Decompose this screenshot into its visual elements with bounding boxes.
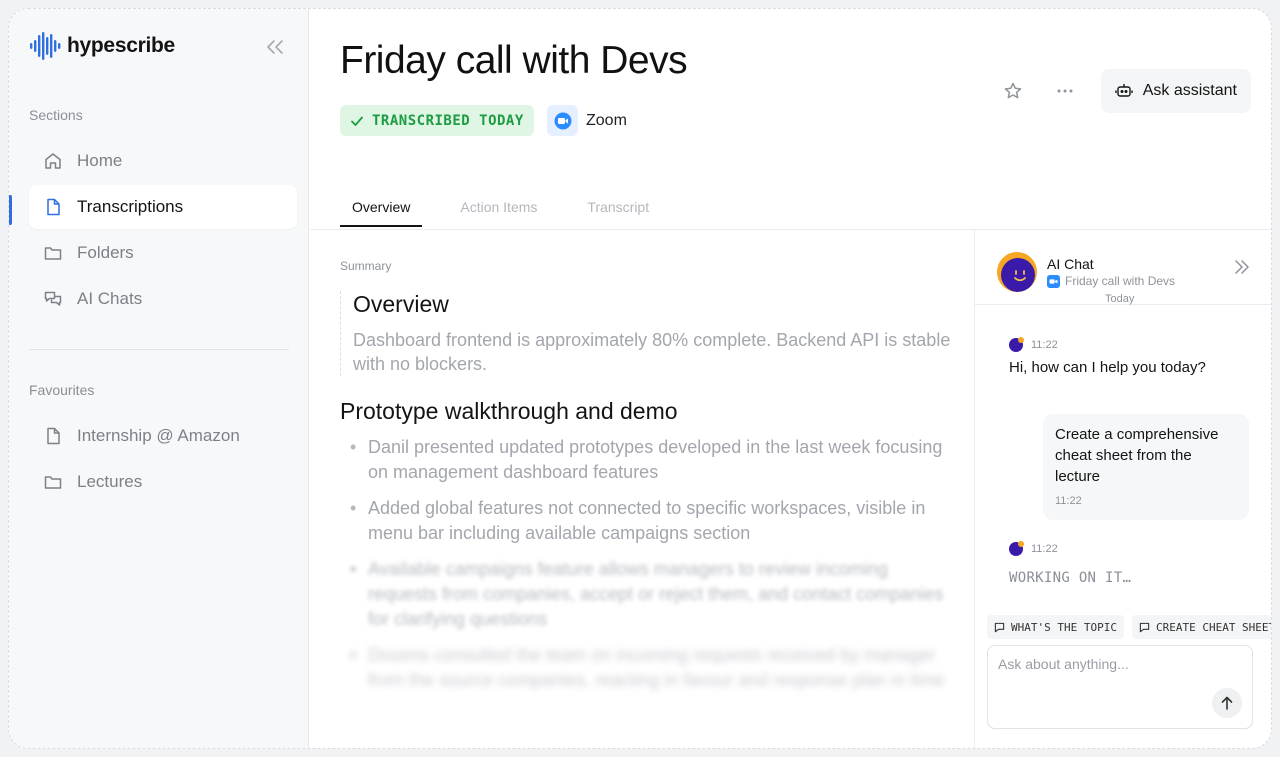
arrow-up-icon <box>1221 696 1233 710</box>
assistant-avatar <box>997 252 1037 292</box>
suggestion-chip-topic[interactable]: WHAT'S THE TOPIC <box>987 615 1124 639</box>
ask-assistant-button[interactable]: Ask assistant <box>1100 69 1251 113</box>
suggestion-chip-label: CREATE CHEAT SHEET <box>1155 620 1272 634</box>
sidebar-item-ai-chats[interactable]: AI Chats <box>29 277 297 321</box>
tab-bar: Overview Action Items Transcript <box>340 199 661 227</box>
check-icon <box>351 116 363 126</box>
smile-icon <box>1014 270 1026 282</box>
chevrons-left-icon <box>267 40 283 54</box>
header-actions: Ask assistant <box>997 69 1251 113</box>
collapse-chat-button[interactable] <box>1234 260 1250 279</box>
sidebar-item-label: AI Chats <box>77 289 143 308</box>
zoom-icon <box>1047 274 1060 288</box>
user-message: Create a comprehensive cheat sheet from … <box>1043 414 1249 520</box>
folder-icon <box>44 247 62 260</box>
message-time: 11:22 <box>1031 543 1058 555</box>
source-label: Zoom <box>586 111 627 129</box>
list-item: Danil presented updated prototypes devel… <box>340 435 960 485</box>
summary-bullets: Danil presented updated prototypes devel… <box>340 435 960 693</box>
favourite-item-internship[interactable]: Internship @ Amazon <box>29 414 297 458</box>
suggestion-chip-cheat-sheet[interactable]: CREATE CHEAT SHEET <box>1131 615 1272 639</box>
sidebar-item-label: Home <box>77 151 123 170</box>
sidebar-divider <box>29 349 289 350</box>
main-panel: Friday call with Devs TRANSCRIBED TODAY … <box>310 9 1272 748</box>
more-horizontal-icon <box>1057 89 1073 93</box>
message-icon <box>994 622 1005 632</box>
user-message-text: Create a comprehensive cheat sheet from … <box>1055 426 1219 485</box>
send-button[interactable] <box>1212 688 1242 718</box>
page-title: Friday call with Devs <box>340 39 688 82</box>
source-tag: Zoom <box>547 105 627 136</box>
suggestion-chip-label: WHAT'S THE TOPIC <box>1011 620 1117 634</box>
list-item: Added global features not connected to s… <box>340 496 960 546</box>
message-meta: 11:22 <box>1009 337 1058 352</box>
app-window: hypescribe Sections Home Transcriptions … <box>8 8 1272 749</box>
bot-icon <box>1115 84 1133 97</box>
overview-heading: Overview <box>353 291 449 317</box>
document-icon <box>47 427 60 445</box>
collapse-sidebar-button[interactable] <box>265 39 285 60</box>
message-time: 11:22 <box>1055 495 1082 507</box>
section-heading: Prototype walkthrough and demo <box>340 398 678 424</box>
bot-status-message: WORKING ON IT… <box>1009 570 1132 586</box>
message-icon <box>1139 622 1150 632</box>
star-icon <box>1004 82 1021 99</box>
sections-label: Sections <box>29 107 83 123</box>
sidebar-item-label: Folders <box>77 243 134 262</box>
active-indicator <box>9 195 12 225</box>
chat-date: Today <box>1105 293 1135 305</box>
ask-assistant-label: Ask assistant <box>1142 82 1237 99</box>
chat-title: AI Chat <box>1047 256 1094 272</box>
summary-content: Summary Overview Dashboard frontend is a… <box>340 259 960 704</box>
summary-label: Summary <box>340 259 392 273</box>
brand-name: hypescribe <box>67 34 175 57</box>
logo[interactable]: hypescribe <box>29 31 175 61</box>
list-item: Dozens consulted the team on incoming re… <box>340 643 960 693</box>
overview-block: Overview Dashboard frontend is approxima… <box>340 291 960 376</box>
suggestion-chips: WHAT'S THE TOPIC CREATE CHEAT SHEET <box>987 615 1272 639</box>
ai-chat-panel: AI Chat Friday call with Devs Today 11:2… <box>974 230 1272 748</box>
chevrons-right-icon <box>1235 260 1249 274</box>
bot-message: Hi, how can I help you today? <box>1009 359 1206 376</box>
sidebar-item-label: Lectures <box>77 472 143 491</box>
favourites-label: Favourites <box>29 382 95 398</box>
sidebar: hypescribe Sections Home Transcriptions … <box>9 9 309 748</box>
favourite-item-lectures[interactable]: Lectures <box>29 460 297 504</box>
list-item: Available campaigns feature allows manag… <box>340 557 960 632</box>
message-meta: 11:22 <box>1009 541 1058 556</box>
sidebar-item-label: Transcriptions <box>77 197 184 216</box>
tab-transcript[interactable]: Transcript <box>575 199 661 227</box>
assistant-mini-avatar <box>1009 337 1024 352</box>
sidebar-item-folders[interactable]: Folders <box>29 231 297 275</box>
chat-header: AI Chat Friday call with Devs Today <box>975 230 1271 305</box>
favourite-button[interactable] <box>997 75 1029 107</box>
chat-input[interactable] <box>998 656 1238 672</box>
overview-text: Dashboard frontend is approximately 80% … <box>353 330 951 374</box>
chat-icon <box>44 291 62 306</box>
chat-subtitle-text: Friday call with Devs <box>1065 274 1176 288</box>
sidebar-item-label: Internship @ Amazon <box>77 426 240 445</box>
message-time: 11:22 <box>1031 339 1058 351</box>
more-options-button[interactable] <box>1049 75 1081 107</box>
home-icon <box>45 153 61 169</box>
status-badge: TRANSCRIBED TODAY <box>340 105 534 136</box>
sidebar-item-transcriptions[interactable]: Transcriptions <box>29 185 297 229</box>
chat-subtitle: Friday call with Devs <box>1047 274 1175 288</box>
tab-action-items[interactable]: Action Items <box>448 199 549 227</box>
chat-input-box <box>987 645 1253 729</box>
assistant-mini-avatar <box>1009 541 1024 556</box>
tab-overview[interactable]: Overview <box>340 199 423 227</box>
soundwave-icon <box>30 32 61 60</box>
document-icon <box>47 198 60 216</box>
zoom-icon <box>547 105 578 136</box>
status-badge-label: TRANSCRIBED TODAY <box>372 112 524 129</box>
sidebar-item-home[interactable]: Home <box>29 139 297 183</box>
folder-icon <box>44 476 62 489</box>
